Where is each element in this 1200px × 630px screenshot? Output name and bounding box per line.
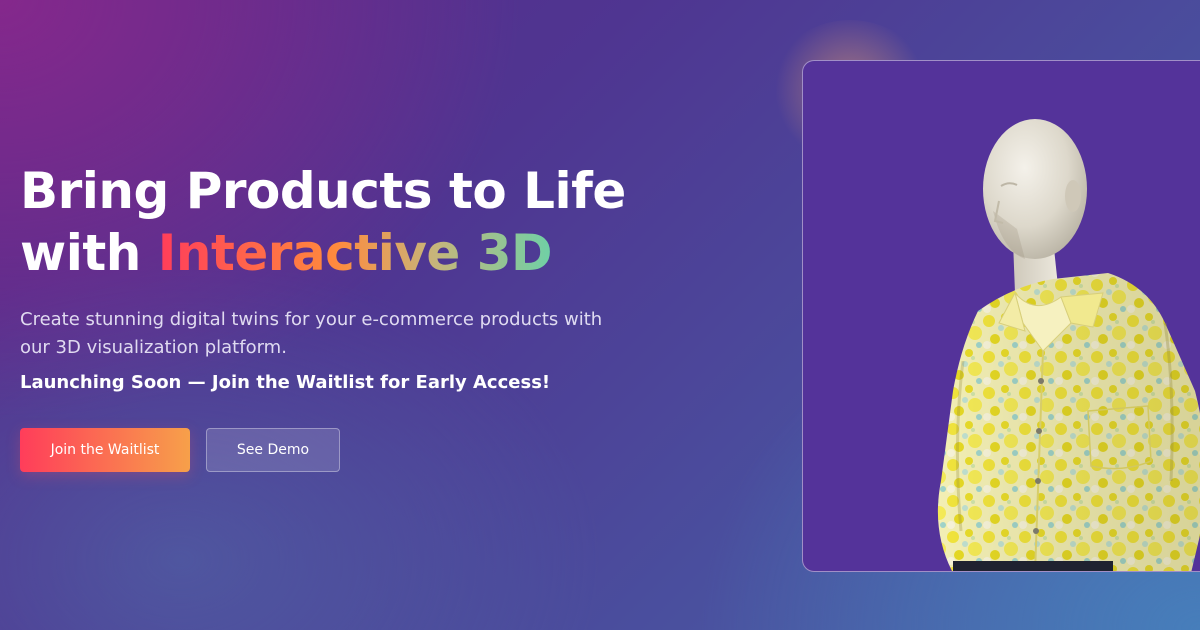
hero-headline: Bring Products to Life with Interactive … bbox=[20, 160, 720, 284]
hero-subtitle: Create stunning digital twins for your e… bbox=[20, 309, 603, 358]
launch-announcement: Launching Soon — Join the Waitlist for E… bbox=[20, 372, 551, 393]
mannequin-figure bbox=[937, 119, 1200, 571]
cta-buttons: Join the Waitlist See Demo bbox=[20, 428, 340, 472]
headline-line-1: Bring Products to Life bbox=[20, 162, 626, 220]
mannequin-shirt-image bbox=[937, 119, 1200, 571]
headline-highlight: Interactive 3D bbox=[157, 224, 553, 282]
see-demo-button[interactable]: See Demo bbox=[206, 428, 340, 472]
headline-with: with bbox=[20, 224, 141, 282]
hero-section: Bring Products to Life with Interactive … bbox=[20, 160, 720, 396]
join-waitlist-button[interactable]: Join the Waitlist bbox=[20, 428, 190, 472]
3d-product-viewer[interactable] bbox=[802, 60, 1200, 572]
